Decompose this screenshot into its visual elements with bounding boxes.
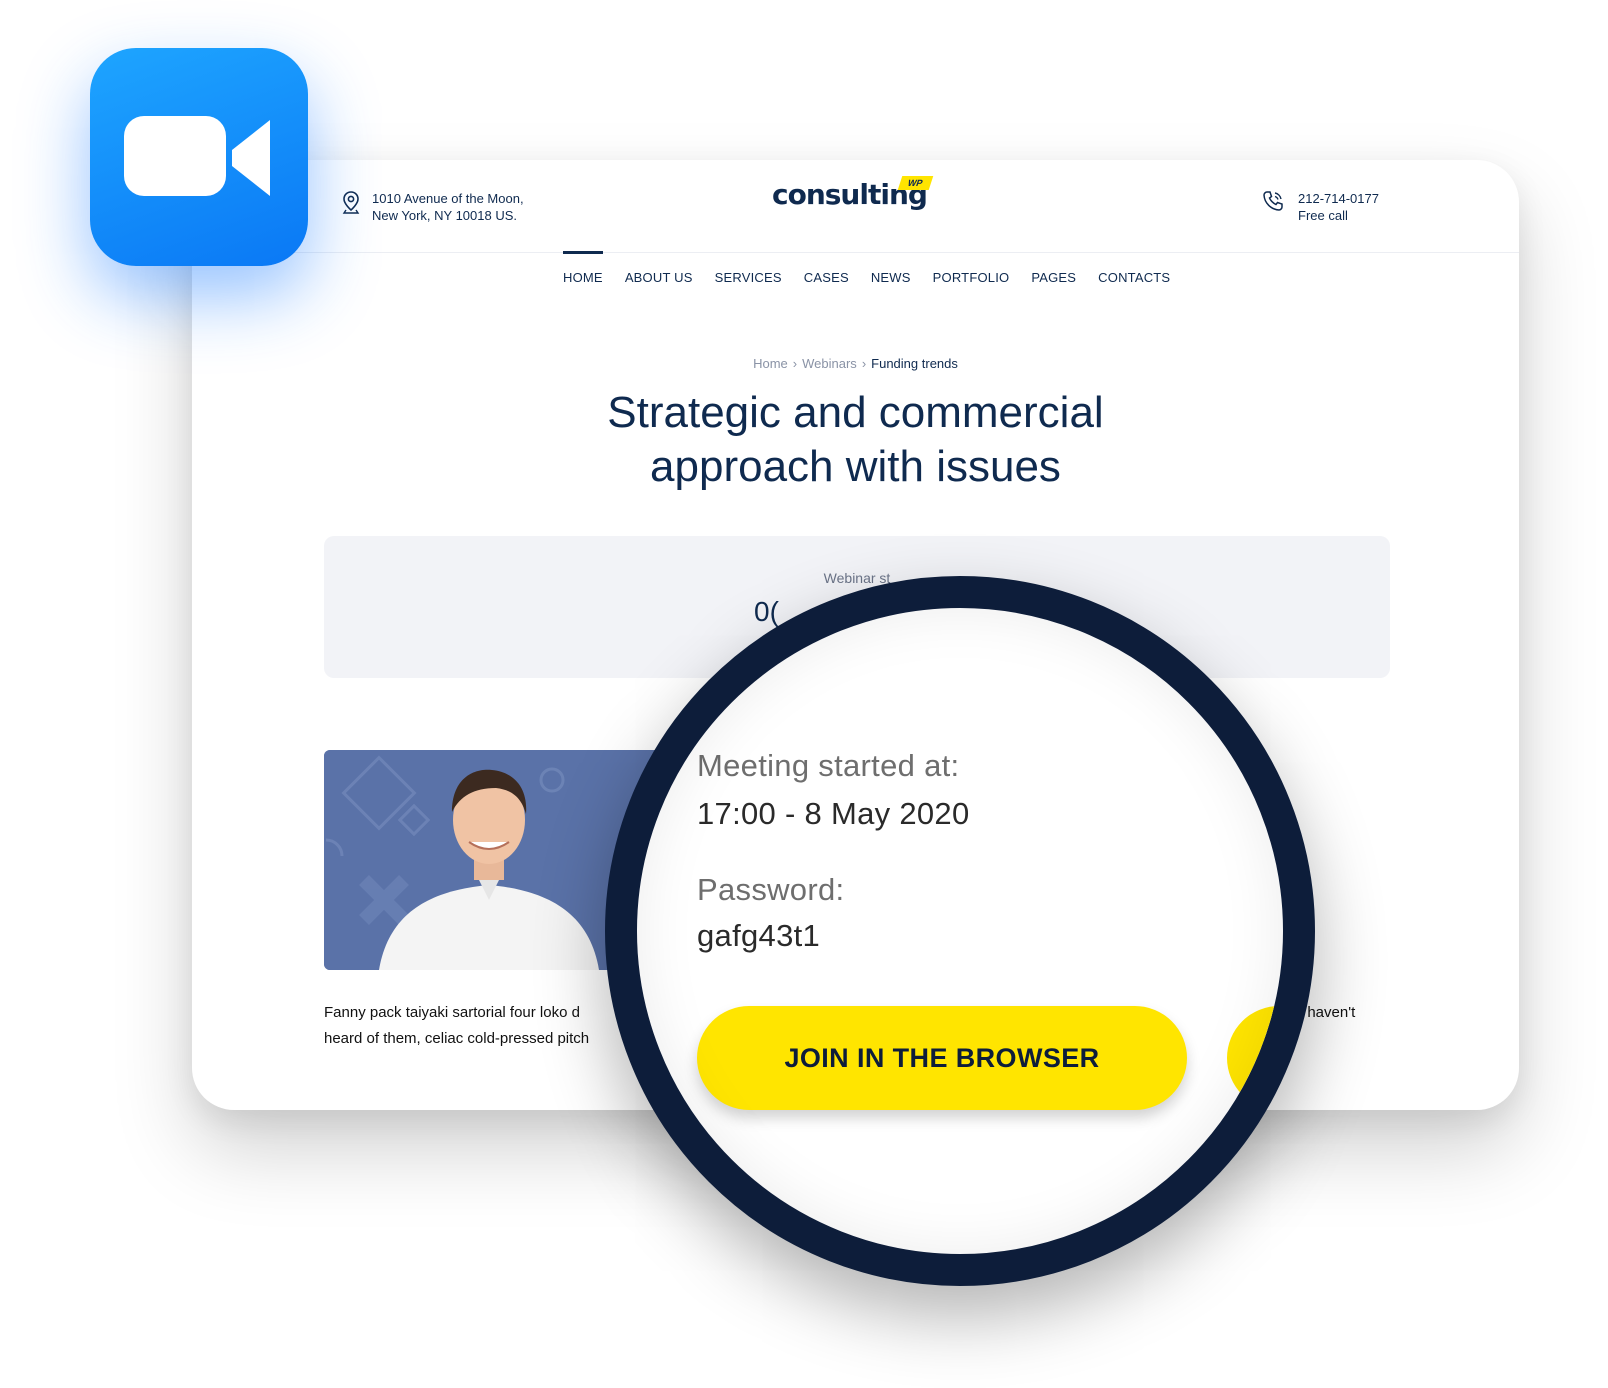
chevron-right-icon: › [792,356,798,371]
logo-badge: WP [897,176,933,190]
breadcrumb-current: Funding trends [871,356,958,371]
magnifier-lens: Meeting started at: 17:00 - 8 May 2020 P… [605,576,1315,1286]
phone-block[interactable]: 212-714-0177 Free call [1262,190,1379,224]
zoom-app-icon [90,48,308,266]
webinar-start-label: Webinar st [823,570,891,586]
nav-item-portfolio[interactable]: PORTFOLIO [922,252,1021,285]
breadcrumb-webinars[interactable]: Webinars [802,356,857,371]
main-nav: HOME ABOUT US SERVICES CASES NEWS PORTFO… [552,251,1181,285]
webinar-start-value: 0( [754,596,779,627]
site-logo[interactable]: consulting WP [772,176,933,211]
address-line-1: 1010 Avenue of the Moon, [372,191,524,206]
address-line-2: New York, NY 10018 US. [372,208,518,223]
chevron-right-icon: › [861,356,867,371]
phone-number: 212-714-0177 [1298,191,1379,206]
video-camera-icon [124,116,270,196]
address-block: 1010 Avenue of the Moon, New York, NY 10… [342,190,524,224]
nav-item-home[interactable]: HOME [552,251,614,285]
nav-item-pages[interactable]: PAGES [1020,252,1087,285]
location-pin-icon [342,191,360,214]
nav-item-contacts[interactable]: CONTACTS [1087,252,1181,285]
phone-note: Free call [1298,208,1348,223]
nav-item-about-us[interactable]: ABOUT US [614,252,704,285]
phone-icon [1263,191,1283,211]
nav-item-news[interactable]: NEWS [860,252,922,285]
page-title-line-2: approach with issues [650,442,1061,491]
breadcrumb: Home › Webinars › Funding trends [192,356,1519,371]
lens-glass [637,608,1283,1254]
site-header: 1010 Avenue of the Moon, New York, NY 10… [192,160,1519,253]
page-title-line-1: Strategic and commercial [607,388,1104,437]
nav-item-cases[interactable]: CASES [793,252,860,285]
breadcrumb-home[interactable]: Home [753,356,788,371]
page-title: Strategic and commercial approach with i… [192,386,1519,494]
nav-item-services[interactable]: SERVICES [704,252,793,285]
